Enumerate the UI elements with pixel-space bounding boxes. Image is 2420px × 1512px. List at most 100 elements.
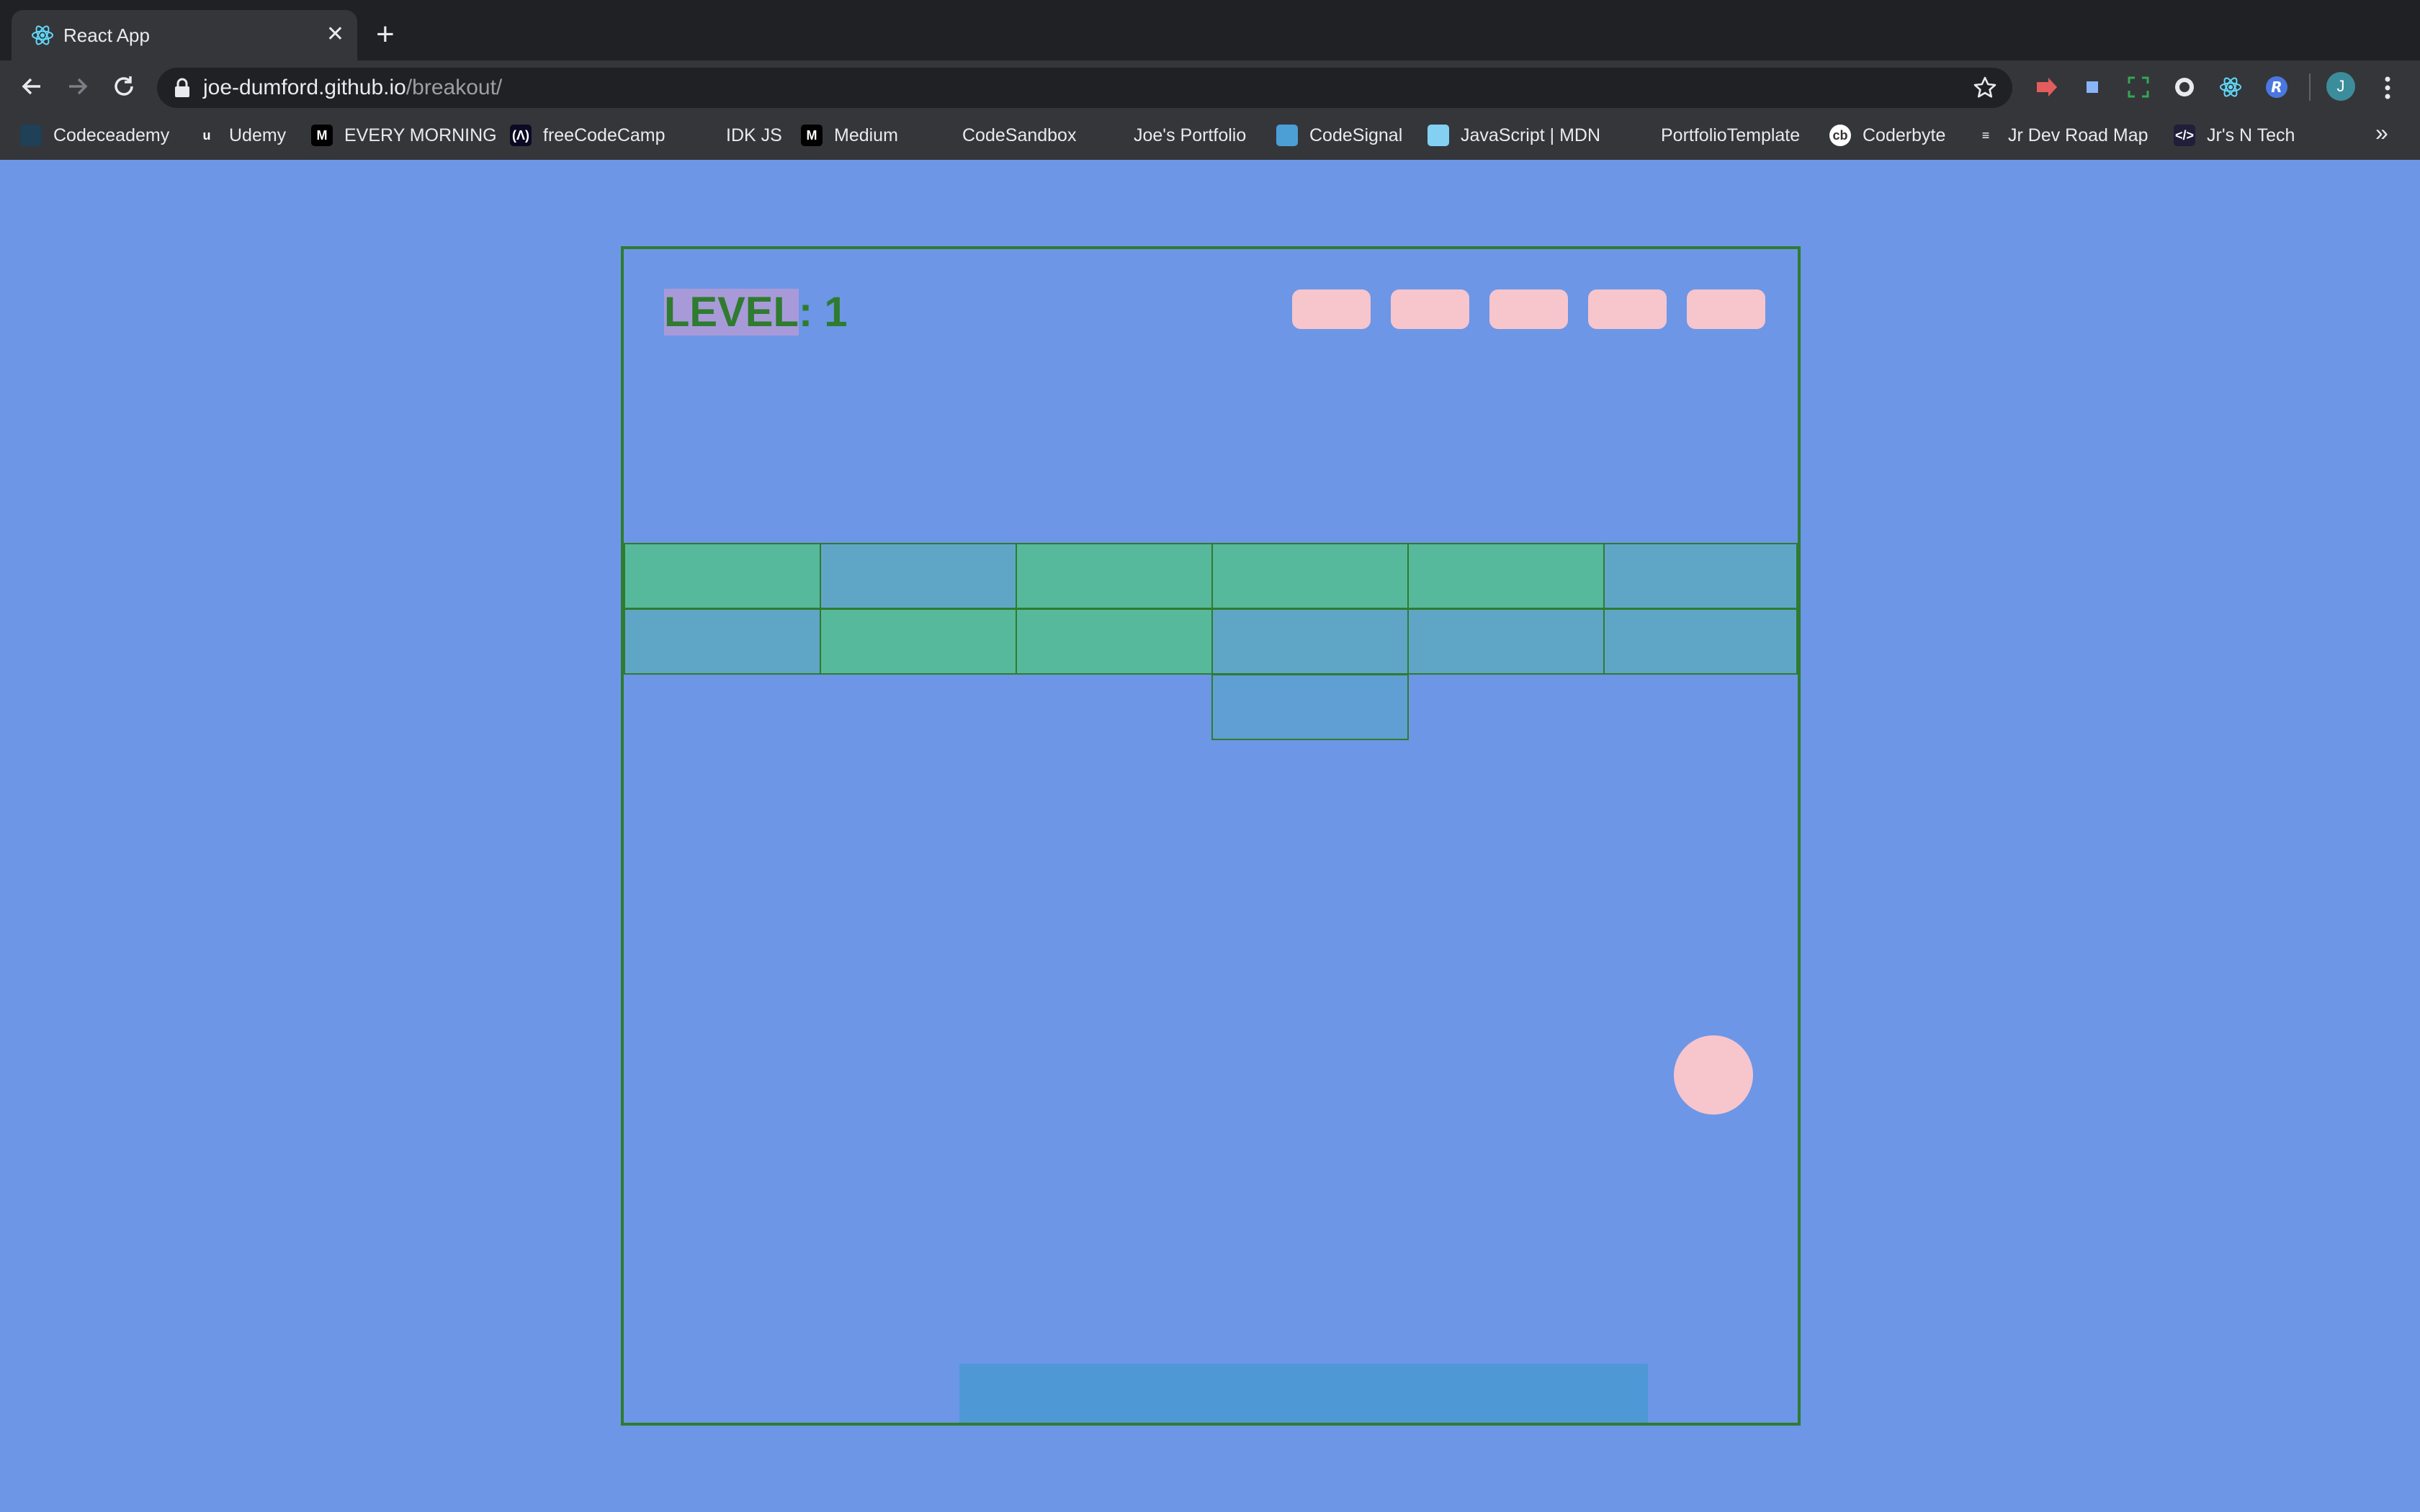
jrsntech-icon: </> [2174, 125, 2195, 146]
bookmark-item[interactable]: IDK JS [693, 122, 782, 148]
bookmark-label: Jr's N Tech [2207, 125, 2295, 145]
paddle[interactable] [959, 1364, 1648, 1423]
bookmarks-bar: » Codeceademy u Udemy M EVERY MORNING (Λ) free… [0, 112, 2420, 160]
lives-indicator [1292, 289, 1765, 329]
bookmark-label: Udemy [229, 125, 287, 145]
bookmark-label: Coderbyte [1863, 125, 1946, 145]
svg-text:R: R [2271, 78, 2282, 96]
github-icon [693, 125, 714, 146]
bookmark-label: CodeSignal [1309, 125, 1403, 145]
bookmark-label: PortfolioTemplate [1661, 125, 1801, 145]
bookmark-item[interactable]: </> Jr's N Tech [2174, 122, 2295, 148]
codesignal-icon [1276, 125, 1298, 146]
reload-button[interactable] [108, 71, 140, 102]
coderbyte-icon: cb [1829, 125, 1851, 146]
ext-circle-icon[interactable] [2172, 75, 2197, 99]
bookmark-item[interactable]: M Medium [801, 122, 898, 148]
medium-icon: M [311, 125, 333, 146]
ext-screenshot-icon[interactable] [2126, 75, 2151, 99]
github-icon [1628, 125, 1649, 146]
level-indicator: LEVEL: 1 [664, 289, 848, 336]
brick [1407, 608, 1605, 675]
ext-blue-square-icon[interactable] [2080, 75, 2105, 99]
browser-tab[interactable]: React App ✕ [12, 10, 357, 60]
ball [1674, 1035, 1753, 1115]
brick [1211, 608, 1409, 675]
brick [1016, 543, 1213, 609]
life-pill [1391, 289, 1469, 329]
bookmark-item[interactable]: JavaScript | MDN [1428, 122, 1600, 148]
bookmark-item[interactable]: Joe's Portfolio [1101, 122, 1246, 148]
codecademy-icon [20, 125, 42, 146]
mdn-icon [1428, 125, 1449, 146]
bookmark-label: Jr Dev Road Map [2008, 125, 2148, 145]
bookmark-label: JavaScript | MDN [1461, 125, 1601, 145]
bookmark-label: Joe's Portfolio [1134, 125, 1247, 145]
back-button[interactable] [16, 71, 48, 102]
bookmark-item[interactable]: CodeSandbox [929, 122, 1076, 148]
bookmark-item[interactable]: (Λ) freeCodeCamp [510, 122, 666, 148]
level-value: 1 [824, 289, 848, 336]
brick [624, 608, 821, 675]
udemy-icon: u [196, 125, 218, 146]
bookmark-item[interactable]: PortfolioTemplate [1628, 122, 1800, 148]
codesandbox-icon [929, 125, 951, 146]
browser-toolbar: joe-dumford.github.io/breakout/ R J [0, 60, 2420, 112]
tab-strip: React App ✕ + [0, 0, 2420, 60]
brick [1211, 674, 1409, 740]
brick [1603, 543, 1798, 609]
life-pill [1292, 289, 1371, 329]
life-pill [1588, 289, 1667, 329]
bookmarks-overflow-button[interactable]: » [2375, 120, 2388, 146]
bookmark-item[interactable]: cb Coderbyte [1829, 122, 1945, 148]
life-pill [1687, 289, 1765, 329]
game-board: LEVEL: 1 [621, 246, 1801, 1426]
bookmark-label: Medium [834, 125, 898, 145]
bookmark-item[interactable]: ≡ Jr Dev Road Map [1975, 122, 2148, 148]
ext-r-icon[interactable]: R [2264, 75, 2289, 99]
browser-chrome: React App ✕ + joe-dumford.github.io/brea… [0, 0, 2420, 160]
life-pill [1489, 289, 1568, 329]
brick [820, 608, 1017, 675]
react-icon [32, 25, 53, 45]
address-bar[interactable]: joe-dumford.github.io/breakout/ [157, 68, 2012, 108]
arrow-right-icon [69, 78, 88, 95]
bookmark-label: IDK JS [726, 125, 782, 145]
globe-icon [1101, 125, 1122, 146]
bookmark-item[interactable]: u Udemy [196, 122, 286, 148]
toolbar-divider [2309, 73, 2311, 101]
reload-icon [115, 76, 133, 96]
brick [1016, 608, 1213, 675]
bookmark-star-icon[interactable] [1972, 75, 1998, 101]
ext-react-devtools-icon[interactable] [2218, 75, 2243, 99]
ext-red-arrow-icon[interactable] [2034, 75, 2058, 99]
brick [1211, 543, 1409, 609]
roadmap-icon: ≡ [1975, 125, 1996, 146]
lock-icon [175, 78, 189, 97]
medium-icon: M [801, 125, 823, 146]
more-menu-icon[interactable] [2377, 73, 2398, 102]
url-path: /breakout/ [405, 76, 503, 99]
tab-title: React App [63, 24, 150, 46]
bookmark-label: EVERY MORNING [344, 125, 497, 145]
new-tab-button[interactable]: + [376, 16, 395, 53]
freecodecamp-icon: (Λ) [510, 125, 532, 146]
bookmark-item[interactable]: CodeSignal [1276, 122, 1402, 148]
level-separator: : [798, 289, 825, 336]
brick [820, 543, 1017, 609]
close-tab-icon[interactable]: ✕ [326, 22, 344, 48]
bookmark-label: CodeSandbox [962, 125, 1077, 145]
url-host: joe-dumford.github.io [203, 76, 406, 99]
brick-field [624, 543, 1798, 740]
url-text: joe-dumford.github.io/breakout/ [203, 75, 502, 101]
forward-button[interactable] [62, 71, 94, 102]
bookmark-item[interactable]: M EVERY MORNING [311, 122, 497, 148]
brick [1407, 543, 1605, 609]
bookmark-item[interactable]: Codeceademy [20, 122, 169, 148]
brick [624, 543, 821, 609]
bookmark-label: Codeceademy [53, 125, 170, 145]
brick [1603, 608, 1798, 675]
profile-avatar[interactable]: J [2326, 72, 2355, 101]
bookmark-label: freeCodeCamp [543, 125, 666, 145]
level-label: LEVEL [664, 289, 799, 336]
